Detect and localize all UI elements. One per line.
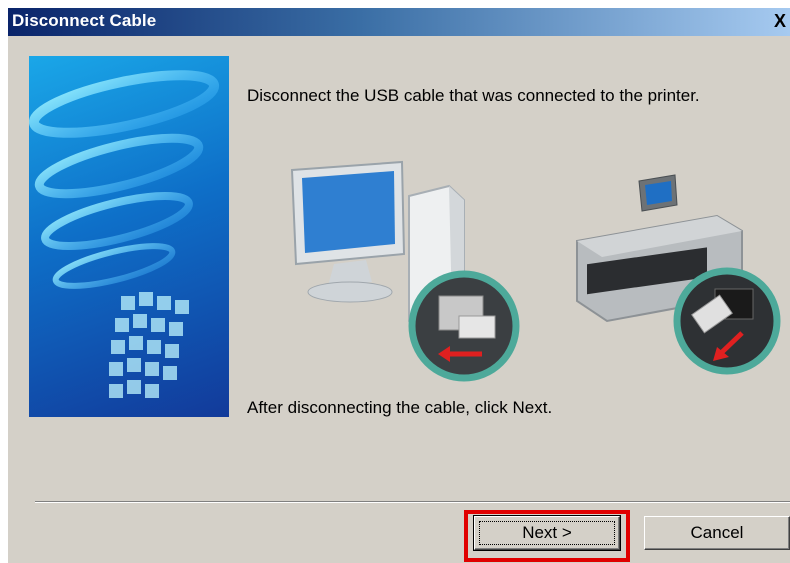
next-button[interactable]: Next > — [473, 515, 621, 551]
after-instruction-text: After disconnecting the cable, click Nex… — [247, 398, 553, 417]
separator-line-highlight — [35, 502, 790, 503]
focus-rect — [479, 521, 615, 545]
window-title: Disconnect Cable — [12, 11, 157, 30]
close-icon[interactable]: X — [770, 10, 790, 32]
instruction-text: Disconnect the USB cable that was connec… — [247, 86, 700, 105]
cancel-button[interactable]: Cancel — [644, 516, 790, 550]
computer-usb-illustration — [274, 156, 524, 386]
side-banner-image — [29, 56, 229, 417]
printer-usb-illustration — [567, 171, 787, 381]
title-bar: Disconnect Cable X — [8, 8, 790, 36]
dialog-body: Disconnect the USB cable that was connec… — [8, 36, 790, 563]
cancel-button-label: Cancel — [690, 523, 744, 542]
